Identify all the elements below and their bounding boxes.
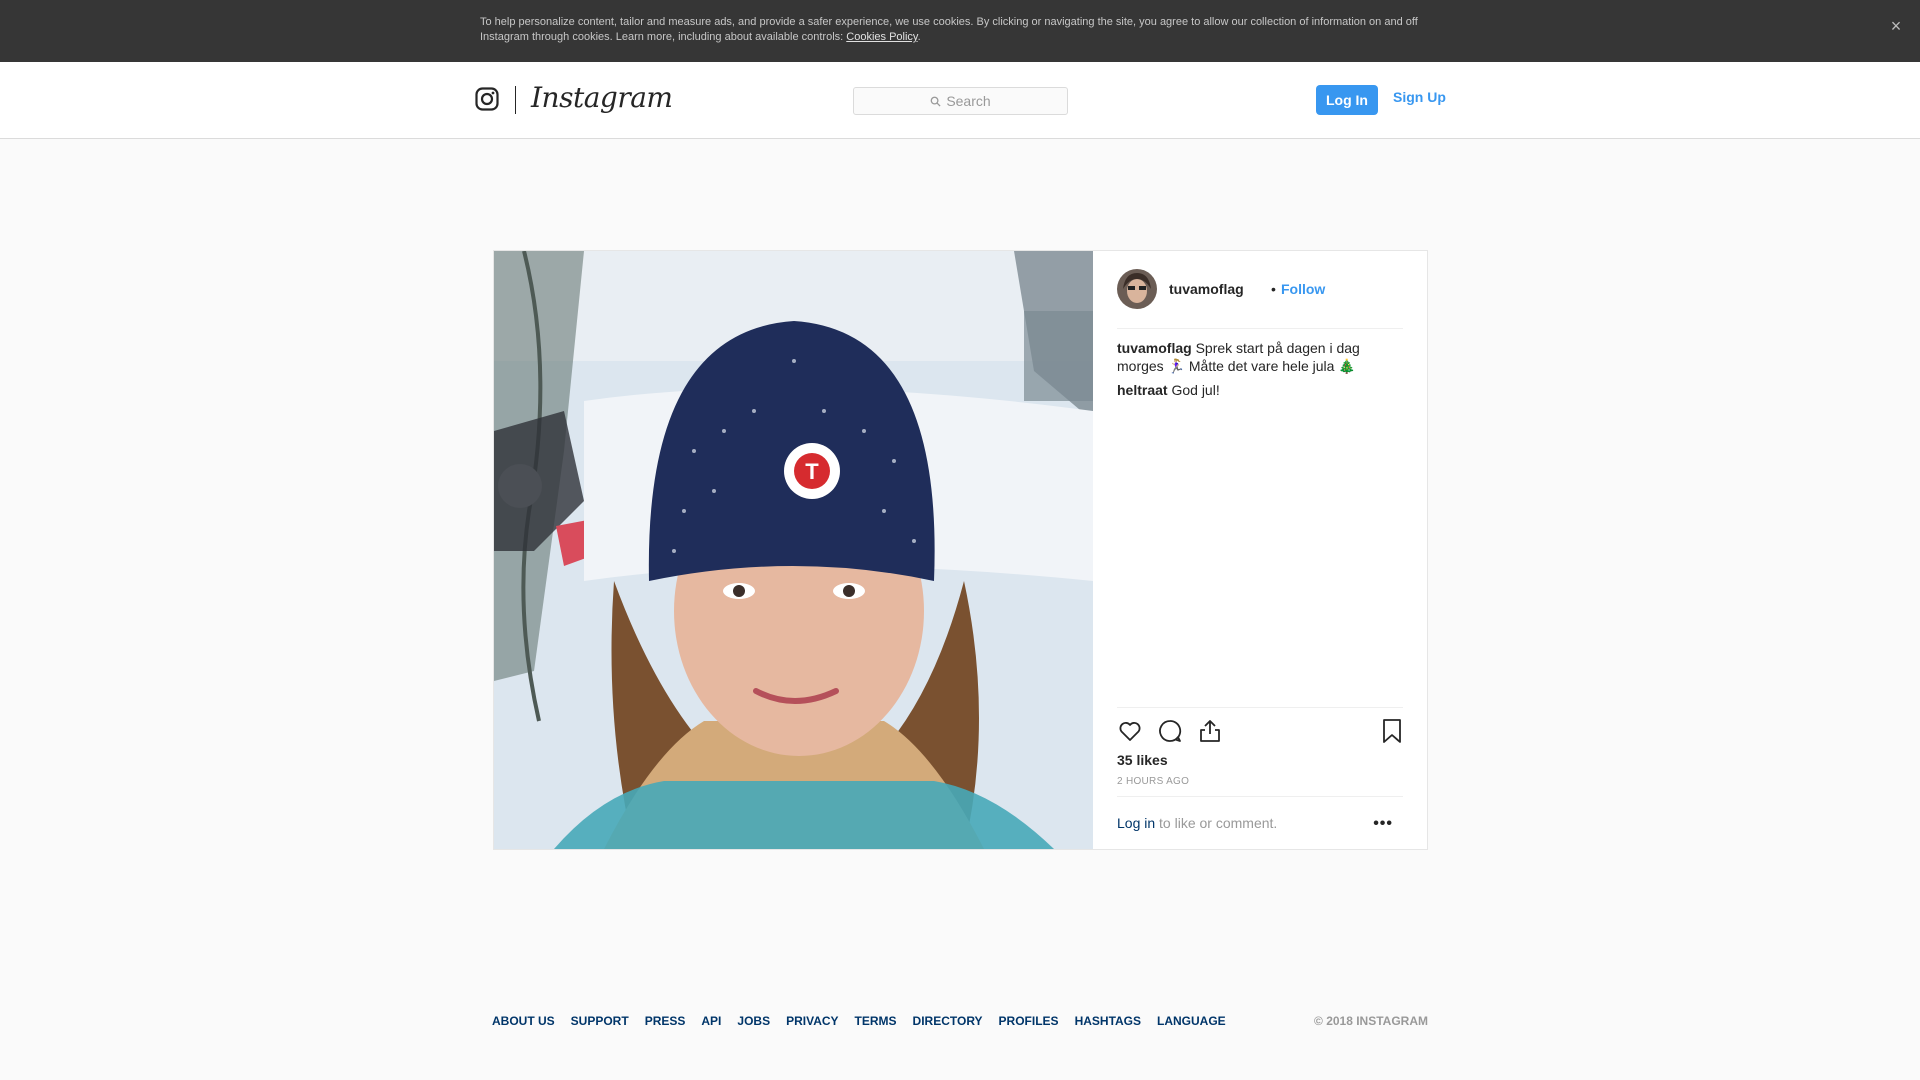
- footer-link-press[interactable]: PRESS: [645, 1014, 686, 1028]
- footer-link-privacy[interactable]: PRIVACY: [786, 1014, 838, 1028]
- footer-link-jobs[interactable]: JOBS: [737, 1014, 770, 1028]
- post-username[interactable]: tuvamoflag: [1169, 281, 1244, 297]
- comment-username[interactable]: tuvamoflag: [1117, 340, 1192, 356]
- separator-dot: •: [1271, 281, 1276, 297]
- footer-link-hashtags[interactable]: HASHTAGS: [1075, 1014, 1141, 1028]
- search-icon: [930, 96, 941, 107]
- post-timestamp: 2 HOURS AGO: [1117, 776, 1190, 787]
- footer-links: ABOUT US SUPPORT PRESS API JOBS PRIVACY …: [492, 1014, 1428, 1028]
- more-options-icon[interactable]: •••: [1373, 815, 1393, 833]
- heart-icon[interactable]: [1117, 718, 1143, 744]
- cookie-banner-text: To help personalize content, tailor and …: [480, 16, 1418, 43]
- search-input[interactable]: Search: [853, 87, 1068, 115]
- footer-link-terms[interactable]: TERMS: [855, 1014, 897, 1028]
- footer-link-profiles[interactable]: PROFILES: [999, 1014, 1059, 1028]
- login-link[interactable]: Log in: [1117, 815, 1155, 831]
- login-suffix: to like or comment.: [1155, 815, 1278, 831]
- post-photo[interactable]: T: [494, 251, 1093, 849]
- cookies-policy-link[interactable]: Cookies Policy: [846, 31, 917, 43]
- svg-text:T: T: [805, 459, 819, 484]
- close-icon[interactable]: ×: [1886, 16, 1906, 36]
- logo-divider: [515, 86, 516, 114]
- instagram-camera-icon[interactable]: [475, 87, 499, 111]
- share-icon[interactable]: [1197, 718, 1223, 744]
- comments-list: tuvamoflag Sprek start på dagen i dag mo…: [1117, 339, 1407, 405]
- comment-username[interactable]: heltraat: [1117, 382, 1168, 398]
- login-to-comment-row: Log in to like or comment. •••: [1117, 796, 1403, 848]
- instagram-wordmark[interactable]: Instagram: [531, 81, 673, 114]
- footer: ABOUT US SUPPORT PRESS API JOBS PRIVACY …: [492, 1014, 1428, 1030]
- comment-item: tuvamoflag Sprek start på dagen i dag mo…: [1117, 339, 1407, 375]
- comment-text: God jul!: [1171, 382, 1220, 398]
- comment-item: heltraat God jul!: [1117, 381, 1407, 399]
- post-card: T tuvamoflag • Follow tuvamoflag Sprek s…: [493, 250, 1428, 850]
- post-actions: 35 likes 2 HOURS AGO Log in to like or c…: [1117, 707, 1403, 837]
- selfie-image: T: [494, 251, 1093, 849]
- post-sidebar: tuvamoflag • Follow tuvamoflag Sprek sta…: [1093, 251, 1427, 849]
- footer-link-api[interactable]: API: [701, 1014, 721, 1028]
- follow-button[interactable]: Follow: [1281, 281, 1325, 297]
- likes-count[interactable]: 35 likes: [1117, 752, 1168, 768]
- cookie-message: To help personalize content, tailor and …: [480, 16, 1418, 43]
- copyright: © 2018 INSTAGRAM: [1314, 1014, 1428, 1028]
- post-header: tuvamoflag • Follow: [1117, 269, 1403, 329]
- footer-link-directory[interactable]: DIRECTORY: [913, 1014, 983, 1028]
- search-placeholder: Search: [946, 93, 991, 109]
- footer-link-support[interactable]: SUPPORT: [571, 1014, 629, 1028]
- cookie-banner: To help personalize content, tailor and …: [0, 0, 1920, 62]
- login-button[interactable]: Log In: [1316, 85, 1378, 115]
- footer-link-about[interactable]: ABOUT US: [492, 1014, 555, 1028]
- comment-icon[interactable]: [1157, 718, 1183, 744]
- footer-link-language[interactable]: LANGUAGE: [1157, 1014, 1226, 1028]
- avatar[interactable]: [1117, 269, 1157, 309]
- signup-link[interactable]: Sign Up: [1393, 89, 1446, 105]
- bookmark-icon[interactable]: [1379, 718, 1405, 744]
- top-nav: Instagram Search Log In Sign Up: [0, 62, 1920, 139]
